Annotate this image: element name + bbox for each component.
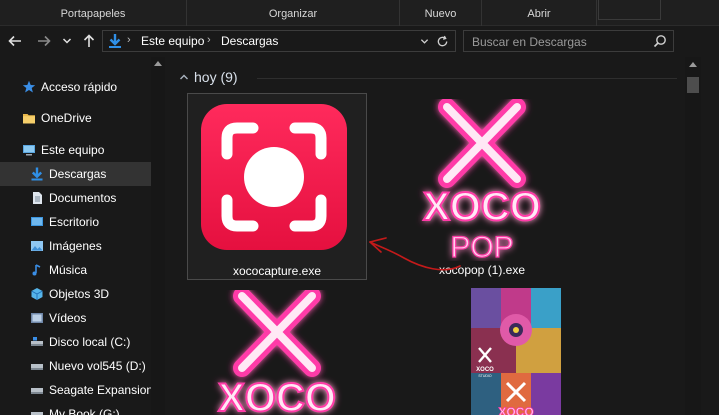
download-icon [31, 167, 43, 181]
sidebar-item-this-pc[interactable]: Este equipo [0, 138, 151, 162]
navigation-bar: › Este equipo › Descargas [0, 26, 719, 57]
drive-icon [31, 364, 43, 370]
breadcrumb-downloads[interactable]: Descargas [221, 34, 278, 48]
sidebar-item-label: Escritorio [49, 215, 100, 229]
file-item[interactable]: XOCO STUDIO XOCO [392, 286, 572, 415]
arrow-left-icon [8, 35, 21, 47]
file-name: xocopop (1).exe [438, 263, 526, 277]
sidebar-item-label: Acceso rápido [41, 80, 118, 94]
xoco-app-icon: XOCO [217, 290, 337, 415]
file-item[interactable]: XOCO POP xocopop (1).exe [392, 93, 572, 280]
cube-icon [31, 288, 43, 300]
documents-icon [33, 192, 42, 204]
arrow-up-icon [83, 34, 95, 47]
ribbon-group-organize[interactable]: Organizar [187, 0, 400, 26]
star-icon [22, 80, 36, 93]
sidebar-item-seagate[interactable]: Seagate Expansion D [0, 378, 151, 402]
xoco-studio-image-icon: XOCO STUDIO XOCO [471, 288, 561, 415]
file-name: xococapture.exe [232, 264, 322, 278]
sidebar-item-my-book[interactable]: My Book (G:) [0, 402, 151, 415]
breadcrumb-this-pc[interactable]: Este equipo [141, 34, 204, 48]
sidebar-item-drive-c[interactable]: Disco local (C:) [0, 330, 151, 354]
sidebar-scrollbar[interactable] [151, 57, 165, 415]
chevron-up-icon [180, 74, 188, 80]
studio-logo-text: STUDIO [478, 374, 492, 378]
sidebar-item-downloads[interactable]: Descargas [0, 162, 151, 186]
sidebar-item-pictures[interactable]: Imágenes [0, 234, 151, 258]
sidebar-item-quick-access[interactable]: Acceso rápido [0, 75, 151, 99]
drive-icon [31, 412, 43, 415]
sidebar-item-3d-objects[interactable]: Objetos 3D [0, 282, 151, 306]
xoco-logo-text: XOCO [423, 185, 541, 229]
search-box[interactable] [463, 30, 674, 52]
sidebar-item-label: Disco local (C:) [49, 335, 131, 349]
sidebar-item-label: Descargas [49, 167, 107, 181]
sidebar-item-label: Vídeos [49, 311, 87, 325]
sidebar-item-drive-d[interactable]: Nuevo vol545 (D:) [0, 354, 151, 378]
drive-icon [31, 388, 43, 394]
file-item[interactable]: xococapture.exe [187, 93, 367, 280]
breadcrumb-separator: › [127, 34, 131, 46]
file-item[interactable]: XOCO [187, 286, 367, 415]
desktop-icon [31, 217, 43, 226]
sidebar-item-desktop[interactable]: Escritorio [0, 210, 151, 234]
scroll-up-arrow-icon[interactable] [154, 61, 162, 66]
music-icon [32, 264, 41, 276]
chevron-down-icon [62, 38, 72, 44]
forward-button[interactable] [34, 32, 54, 50]
folder-icon [23, 114, 35, 124]
group-title: hoy (9) [194, 69, 238, 85]
sidebar-item-label: My Book (G:) [49, 407, 120, 415]
sidebar-item-onedrive[interactable]: OneDrive [0, 106, 151, 130]
navigation-pane: Acceso rápido OneDrive Este equipo Desca… [0, 57, 165, 415]
back-button[interactable] [5, 32, 25, 50]
sidebar-item-label: Imágenes [49, 239, 102, 253]
xococapture-app-icon [201, 104, 347, 250]
drive-icon [31, 337, 43, 346]
ribbon-group-clipboard[interactable]: Portapapeles [0, 0, 187, 26]
pop-logo-text: POP [450, 231, 513, 261]
sidebar-item-label: Este equipo [41, 143, 105, 157]
arrow-right-icon [38, 35, 51, 47]
xoco-logo-text: XOCO [218, 376, 336, 415]
group-divider [257, 78, 677, 79]
address-bar[interactable]: › Este equipo › Descargas [102, 30, 456, 52]
ribbon-group-bar: Portapapeles Organizar Nuevo Abrir [0, 0, 719, 26]
pictures-icon [31, 241, 43, 251]
sidebar-item-videos[interactable]: Vídeos [0, 306, 151, 330]
sidebar-item-music[interactable]: Música [0, 258, 151, 282]
file-list-view: hoy (9) xococapture.exe XOCO POP xocopop… [165, 57, 685, 415]
xocopop-app-icon: XOCO POP [422, 99, 542, 261]
search-input[interactable] [472, 34, 647, 49]
sidebar-item-label: Objetos 3D [49, 287, 110, 301]
sidebar-item-label: OneDrive [41, 111, 92, 125]
refresh-button[interactable] [436, 32, 449, 51]
breadcrumb-separator: › [207, 34, 211, 46]
xoco-logo-text: XOCO [476, 367, 494, 373]
sidebar-item-label: Música [49, 263, 88, 277]
sidebar-item-label: Documentos [49, 191, 117, 205]
ribbon-group-new[interactable]: Nuevo [400, 0, 482, 26]
recent-locations-button[interactable] [59, 32, 75, 50]
chevron-down-icon [420, 39, 429, 44]
videos-icon [31, 313, 43, 323]
content-scrollbar[interactable] [685, 57, 719, 415]
scroll-up-arrow-icon[interactable] [689, 62, 697, 67]
sidebar-item-label: Seagate Expansion D [49, 383, 151, 397]
xoco-logo-text: XOCO [498, 405, 533, 415]
address-history-dropdown[interactable] [420, 33, 429, 49]
ribbon-group-open[interactable]: Abrir [482, 0, 597, 26]
ribbon-group-select[interactable] [598, 0, 661, 20]
computer-icon [23, 145, 35, 156]
download-icon [109, 34, 121, 48]
sidebar-item-documents[interactable]: Documentos [0, 186, 151, 210]
scrollbar-track[interactable] [685, 57, 701, 415]
scrollbar-thumb[interactable] [687, 77, 699, 93]
search-icon [653, 35, 666, 48]
refresh-icon [437, 35, 448, 47]
up-button[interactable] [79, 32, 99, 50]
sidebar-item-label: Nuevo vol545 (D:) [49, 359, 146, 373]
